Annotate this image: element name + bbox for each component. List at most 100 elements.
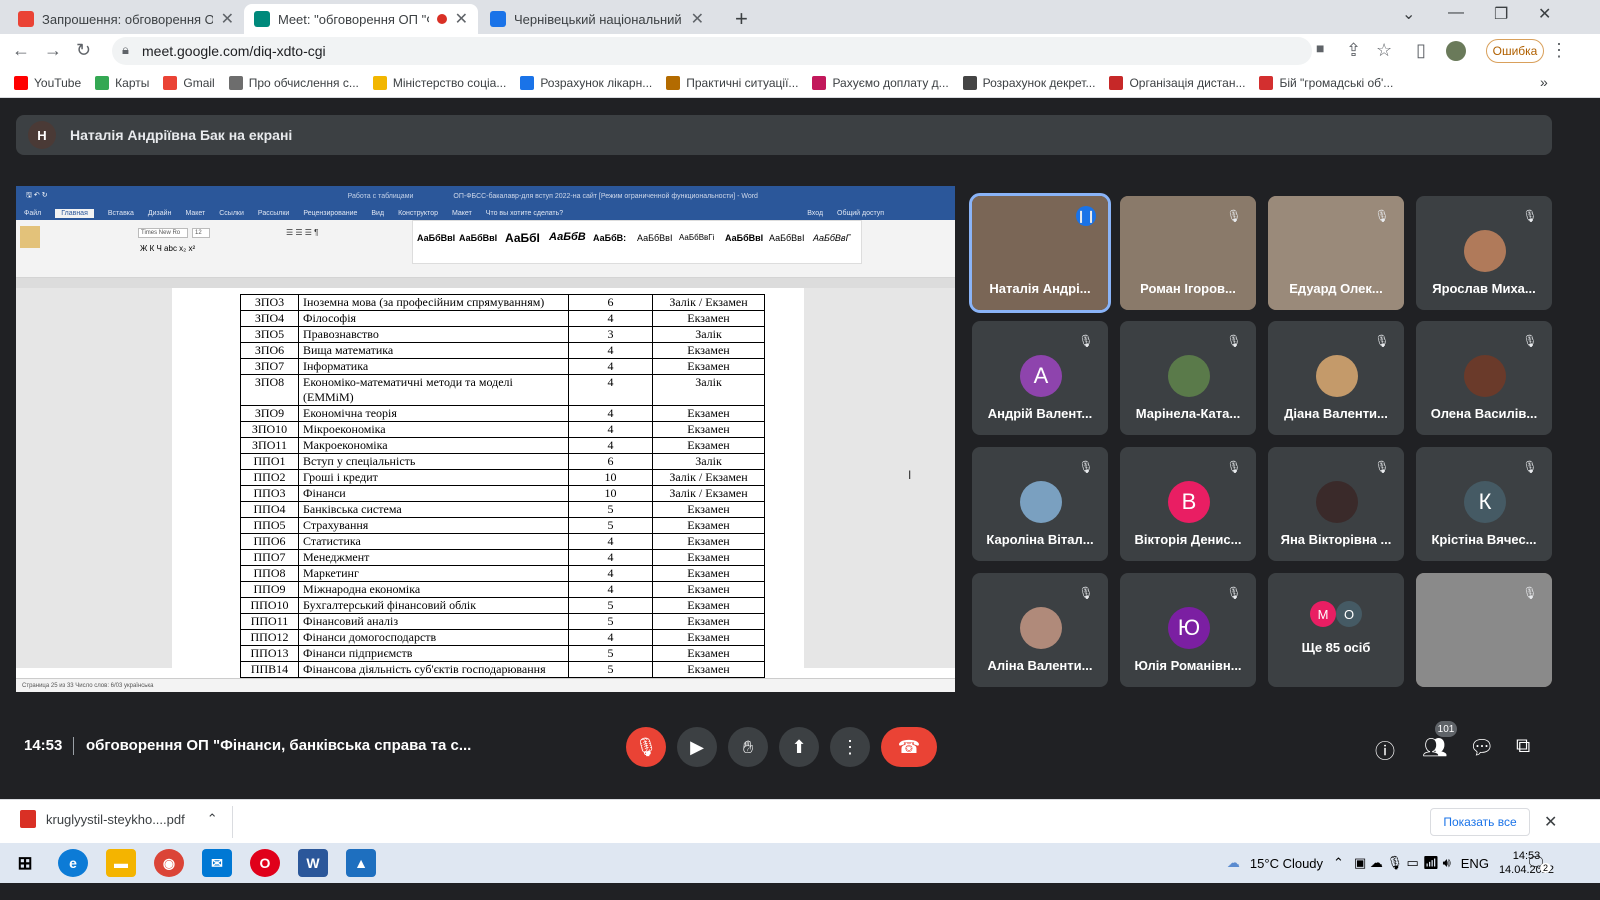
- login-link[interactable]: Вход: [807, 210, 823, 217]
- activities-icon[interactable]: ⧉: [1516, 735, 1530, 758]
- participant-tile[interactable]: 🎙︎ Олена Василів...: [1416, 321, 1552, 435]
- styles-gallery[interactable]: АаБбВвІ АаБбВвІ АаБбІ АаБбВ АаБбВ: АаБбВ…: [412, 220, 862, 264]
- photos-icon[interactable]: ▲: [346, 849, 376, 877]
- style-item[interactable]: АаБбВвІ: [637, 233, 672, 243]
- bookmark-youtube[interactable]: YouTube: [14, 75, 81, 90]
- close-icon[interactable]: ✕: [455, 9, 468, 29]
- participant-tile[interactable]: 🎙︎ Роман Ігоров...: [1120, 196, 1256, 310]
- bookmark-item[interactable]: Розрахунок лікарн...: [520, 75, 652, 90]
- share-link[interactable]: Общий доступ: [837, 210, 884, 217]
- end-call-button[interactable]: ☎: [881, 727, 937, 767]
- browser-tab-1[interactable]: Meet: "обговорення ОП "Ф ✕: [244, 4, 478, 34]
- paragraph-buttons[interactable]: ☰ ☰ ☰ ¶: [286, 228, 318, 237]
- participant-tile[interactable]: В 🎙︎ Вікторія Денис...: [1120, 447, 1256, 561]
- people-icon[interactable]: 👥︎: [1422, 735, 1447, 760]
- style-item[interactable]: АаБбВвГі: [679, 233, 714, 242]
- participant-tile[interactable]: 🎙︎ Кароліна Вітал...: [972, 447, 1108, 561]
- style-item[interactable]: АаБбВвІ: [725, 233, 763, 243]
- browser-tab-0[interactable]: Запрошення: обговорення ОП ✕: [8, 4, 244, 34]
- bookmark-item[interactable]: Про обчислення с...: [228, 75, 359, 90]
- browser-tab-2[interactable]: Чернівецький національний ун ✕: [480, 4, 714, 34]
- download-item[interactable]: kruglyystil-steykho....pdf ⌃: [20, 810, 218, 828]
- ribbon-tab[interactable]: Макет: [452, 210, 472, 217]
- font-select[interactable]: Times New Ro: [138, 228, 188, 238]
- language-indicator[interactable]: ENG: [1461, 856, 1489, 871]
- ribbon-tab[interactable]: Файл: [24, 210, 41, 217]
- mail-icon[interactable]: ✉: [202, 849, 232, 877]
- style-item[interactable]: АаБбВвІ: [769, 233, 804, 243]
- more-options-button[interactable]: ⋮: [830, 727, 870, 767]
- participant-tile[interactable]: А 🎙︎ Андрій Валент...: [972, 321, 1108, 435]
- style-item[interactable]: АаБбВ:: [593, 233, 626, 243]
- edge-icon[interactable]: e: [58, 849, 88, 877]
- ribbon-tab[interactable]: Рецензирование: [303, 210, 357, 217]
- bookmark-item[interactable]: Практичні ситуації...: [666, 75, 798, 90]
- info-icon[interactable]: ⓘ: [1375, 735, 1395, 764]
- format-buttons[interactable]: Ж К Ч abc x₂ x²: [140, 244, 195, 253]
- address-bar[interactable]: 🔒︎ meet.google.com/diq-xdto-cgi: [112, 37, 1312, 65]
- ribbon-tab[interactable]: Макет: [185, 210, 205, 217]
- camera-button[interactable]: ▶: [677, 727, 717, 767]
- participant-tile[interactable]: ❙❙ Наталія Андрі...: [969, 193, 1111, 313]
- raise-hand-button[interactable]: ✋︎: [728, 727, 768, 767]
- mic-off-button[interactable]: 🎙︎: [626, 727, 666, 767]
- participant-tile[interactable]: 🎙︎ Ярослав Миха...: [1416, 196, 1552, 310]
- minimize-icon[interactable]: —: [1448, 4, 1464, 22]
- sidepanel-icon[interactable]: ▯: [1416, 40, 1426, 61]
- style-item[interactable]: АаБбВвІ: [459, 233, 497, 243]
- ribbon-tab[interactable]: Вид: [371, 210, 384, 217]
- font-size-select[interactable]: 12: [192, 228, 210, 238]
- bookmark-item[interactable]: Рахуємо доплату д...: [812, 75, 949, 90]
- participant-tile[interactable]: 🎙︎ Марінела-Ката...: [1120, 321, 1256, 435]
- window-close-icon[interactable]: ✕: [1538, 4, 1551, 24]
- participant-tile[interactable]: 🎙︎: [1416, 573, 1552, 687]
- error-button[interactable]: Ошибка: [1486, 39, 1544, 63]
- star-icon[interactable]: ☆: [1376, 40, 1392, 61]
- word-icon[interactable]: W: [298, 849, 328, 877]
- ribbon-tab[interactable]: Конструктор: [398, 210, 438, 217]
- share-icon[interactable]: ⇪: [1346, 40, 1361, 61]
- participant-tile[interactable]: Ю 🎙︎ Юлія Романівн...: [1120, 573, 1256, 687]
- chevron-up-icon[interactable]: ⌃: [207, 811, 218, 827]
- reload-icon[interactable]: ↻: [76, 40, 91, 61]
- chat-icon[interactable]: 💬︎: [1469, 735, 1494, 760]
- weather-text[interactable]: 15°C Cloudy: [1250, 856, 1323, 871]
- back-icon[interactable]: ←: [12, 40, 30, 61]
- style-item[interactable]: АаБбВвГ: [813, 233, 851, 243]
- participant-tile[interactable]: М О Ще 85 осіб: [1268, 573, 1404, 687]
- search-hint[interactable]: Что вы хотите сделать?: [486, 210, 563, 217]
- chevron-up-icon[interactable]: ⌃: [1333, 855, 1344, 871]
- file-explorer-icon[interactable]: ▬: [106, 849, 136, 877]
- participant-tile[interactable]: 🎙︎ Едуард Олек...: [1268, 196, 1404, 310]
- style-item[interactable]: АаБбІ: [505, 231, 540, 245]
- forward-icon[interactable]: →: [44, 40, 62, 61]
- participant-tile[interactable]: 🎙︎ Діана Валенти...: [1268, 321, 1404, 435]
- more-bookmarks-icon[interactable]: »: [1540, 74, 1548, 90]
- bookmark-maps[interactable]: Карты: [95, 75, 149, 90]
- participant-tile[interactable]: 🎙︎ Яна Вікторівна ...: [1268, 447, 1404, 561]
- tab-search-icon[interactable]: ⌄: [1402, 4, 1415, 24]
- show-all-button[interactable]: Показать все: [1430, 808, 1530, 836]
- camera-icon[interactable]: ■: [1316, 40, 1324, 56]
- bookmark-item[interactable]: Організація дистан...: [1109, 75, 1245, 90]
- opera-icon[interactable]: O: [250, 849, 280, 877]
- bookmark-item[interactable]: Бій "громадські об'...: [1259, 75, 1393, 90]
- windows-start-icon[interactable]: ⊞: [10, 849, 40, 877]
- bookmark-item[interactable]: Міністерство соціа...: [372, 75, 506, 90]
- style-item[interactable]: АаБбВвІ: [417, 233, 455, 243]
- ribbon-tab[interactable]: Дизайн: [148, 210, 172, 217]
- ribbon-tab[interactable]: Ссылки: [219, 210, 244, 217]
- tray-icons[interactable]: ▣ ☁ 🎙︎ ▭ 📶︎ 🔊︎: [1354, 855, 1451, 871]
- present-button[interactable]: ⬆: [779, 727, 819, 767]
- participant-tile[interactable]: 🎙︎ Аліна Валенти...: [972, 573, 1108, 687]
- profile-avatar[interactable]: [1446, 41, 1466, 61]
- participant-tile[interactable]: К 🎙︎ Крістіна Вячес...: [1416, 447, 1552, 561]
- new-tab-button[interactable]: +: [735, 6, 748, 32]
- close-icon[interactable]: ✕: [691, 9, 704, 29]
- maximize-icon[interactable]: ❐: [1494, 4, 1508, 24]
- close-icon[interactable]: ✕: [1544, 812, 1557, 832]
- close-icon[interactable]: ✕: [221, 9, 234, 29]
- ribbon-tab[interactable]: Вставка: [108, 210, 134, 217]
- menu-icon[interactable]: ⋮: [1550, 40, 1568, 61]
- bookmark-gmail[interactable]: Gmail: [163, 75, 215, 90]
